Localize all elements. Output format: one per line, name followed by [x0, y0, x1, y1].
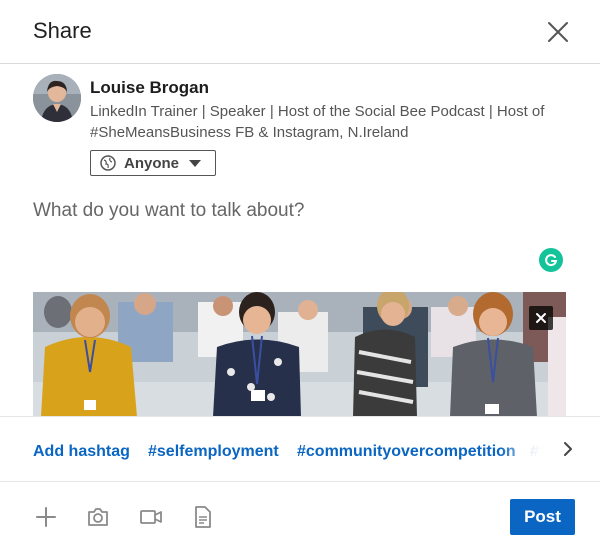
- hashtag-bar: Add hashtag #selfemployment #communityov…: [0, 416, 600, 482]
- close-icon[interactable]: [546, 20, 570, 44]
- plus-icon[interactable]: [34, 505, 58, 529]
- video-icon[interactable]: [139, 505, 163, 529]
- globe-icon: [100, 155, 116, 171]
- hashtag-suggestion[interactable]: #selfemployment: [148, 443, 279, 461]
- post-text-input[interactable]: What do you want to talk about?: [33, 200, 304, 222]
- grammarly-icon[interactable]: [539, 248, 563, 272]
- author-headline: LinkedIn Trainer | Speaker | Host of the…: [90, 103, 545, 141]
- modal-title: Share: [33, 18, 92, 43]
- audience-selector[interactable]: Anyone: [90, 150, 216, 176]
- add-hashtag-button[interactable]: Add hashtag: [33, 443, 130, 461]
- camera-icon[interactable]: [86, 505, 110, 529]
- audience-label: Anyone: [124, 154, 180, 172]
- modal-header: Share: [0, 0, 600, 64]
- chevron-right-icon[interactable]: [560, 439, 576, 459]
- avatar: [33, 74, 81, 122]
- author-name[interactable]: Louise Brogan: [90, 78, 209, 98]
- remove-photo-button[interactable]: [529, 306, 553, 330]
- post-button[interactable]: Post: [510, 499, 575, 535]
- hashtag-fade: [500, 417, 560, 481]
- attached-photo: [33, 292, 566, 417]
- hashtag-suggestion[interactable]: #communityovercompetition: [297, 443, 516, 461]
- document-icon[interactable]: [191, 505, 215, 529]
- caret-down-icon: [189, 159, 202, 167]
